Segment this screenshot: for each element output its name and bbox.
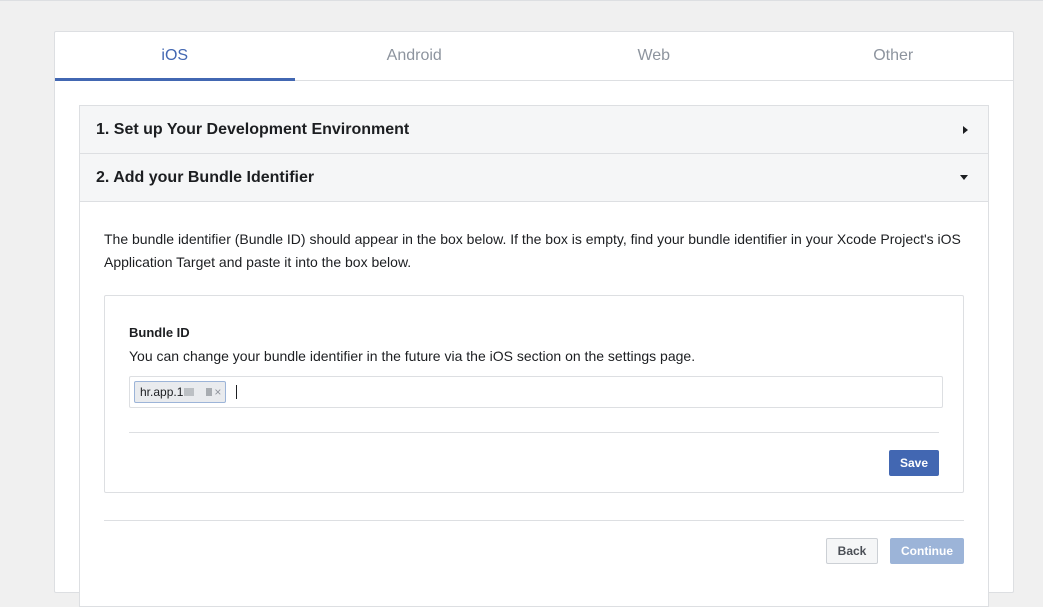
tab-web[interactable]: Web (534, 32, 774, 80)
bundle-id-label: Bundle ID (129, 325, 190, 340)
bundle-id-token-text: hr.app.1 (140, 385, 184, 399)
footer-divider (104, 520, 964, 521)
back-button[interactable]: Back (826, 538, 878, 564)
tab-ios[interactable]: iOS (55, 32, 295, 81)
bundle-id-panel: Bundle ID You can change your bundle ide… (104, 295, 964, 493)
text-cursor (236, 385, 238, 399)
redacted-block (184, 388, 195, 396)
platform-tabs: iOS Android Web Other (55, 32, 1013, 81)
redacted-block (206, 388, 213, 396)
step-2-body: The bundle identifier (Bundle ID) should… (80, 202, 988, 493)
top-divider (0, 0, 1043, 1)
save-button[interactable]: Save (889, 450, 939, 476)
step-2-header[interactable]: 2. Add your Bundle Identifier (80, 154, 988, 202)
step-1-title: 1. Set up Your Development Environment (96, 120, 410, 138)
step-2-title: 2. Add your Bundle Identifier (96, 168, 315, 186)
bundle-id-help-text: You can change your bundle identifier in… (129, 348, 696, 364)
setup-card: iOS Android Web Other 1. Set up Your Dev… (54, 31, 1014, 607)
panel-divider (129, 432, 939, 433)
caret-right-icon (963, 125, 968, 134)
setup-steps-accordion: 1. Set up Your Development Environment 2… (79, 105, 989, 607)
bundle-id-token: hr.app.1 × (134, 381, 227, 403)
tab-other[interactable]: Other (774, 32, 1014, 80)
step-1-header[interactable]: 1. Set up Your Development Environment (80, 106, 988, 154)
step-2-description: The bundle identifier (Bundle ID) should… (104, 231, 961, 270)
continue-button[interactable]: Continue (890, 538, 964, 564)
caret-down-icon (960, 175, 968, 180)
remove-token-icon[interactable]: × (214, 385, 221, 399)
tab-android[interactable]: Android (295, 32, 535, 80)
bundle-id-input[interactable]: hr.app.1 × (129, 376, 943, 408)
